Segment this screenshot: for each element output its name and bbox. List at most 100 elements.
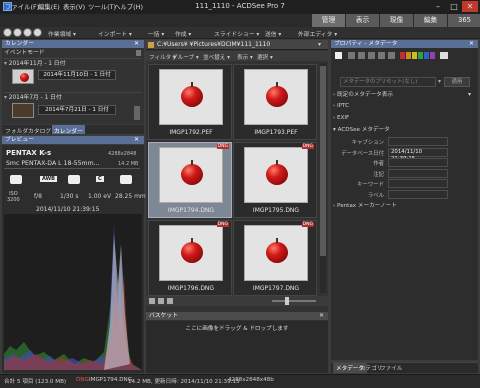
color-label-yellow[interactable] — [412, 52, 417, 59]
thumb-size-slider[interactable] — [272, 300, 316, 302]
calendar-thumbnail[interactable] — [12, 103, 34, 118]
thumbnail-item[interactable]: IMGP1793.PEF — [233, 64, 317, 140]
checkbox-icon[interactable] — [335, 52, 342, 59]
preview-title: プレビュー — [5, 137, 34, 143]
external-editor-menu[interactable]: 外部エディタ ▾ — [298, 29, 337, 38]
properties-close-icon[interactable]: ✕ — [469, 40, 474, 47]
section-pentax-makernote[interactable]: › Pentax メーカーノート — [333, 202, 476, 211]
metadata-field-input[interactable]: 2014/11/10 21:39:15 — [388, 147, 448, 162]
calendar-close-icon[interactable]: ✕ — [134, 40, 142, 48]
batch-menu[interactable]: 一括 ▾ — [148, 29, 164, 38]
calendar-thumbnail[interactable] — [12, 69, 34, 84]
basket-close-icon[interactable]: ✕ — [319, 312, 324, 319]
section-exif[interactable]: › EXIF — [333, 114, 476, 123]
metadata-field-input[interactable] — [388, 179, 448, 188]
tag-icon[interactable] — [440, 52, 448, 59]
metadata-field-input[interactable] — [388, 137, 448, 146]
slideshow-menu[interactable]: スライドショー ▾ — [214, 29, 259, 38]
refresh-button[interactable] — [33, 28, 42, 37]
section-label: EXIF — [337, 115, 350, 121]
details-view-icon[interactable] — [158, 298, 164, 304]
mode-tab-2[interactable]: 現像 — [380, 14, 414, 27]
apply-button[interactable]: 適用 — [444, 77, 470, 87]
thumbnail-item[interactable]: DNG IMGP1795.DNG — [233, 142, 317, 218]
tab-catalog[interactable]: カタログ — [28, 126, 51, 135]
metadata-field-input[interactable] — [388, 168, 448, 178]
mode-tab-3[interactable]: 編集 — [414, 14, 448, 27]
section-menu-icon[interactable]: ▾ — [468, 91, 471, 98]
metadata-field-input[interactable] — [388, 158, 448, 167]
rating-3-icon[interactable] — [368, 52, 375, 59]
calendar-date-item[interactable]: 2014年11月10日 - 1 日付 — [38, 70, 116, 80]
rating-5-icon[interactable] — [388, 52, 395, 59]
workspace-menu[interactable]: 作業領域 ▾ — [48, 29, 76, 38]
apple-image — [181, 242, 203, 263]
select-menu[interactable]: 選択 ▾ — [257, 53, 273, 61]
focal-length: 28.25 mm — [115, 193, 146, 200]
maximize-button[interactable]: □ — [446, 1, 462, 12]
calendar-scrollbar[interactable] — [134, 106, 140, 120]
send-menu[interactable]: 送信 ▾ — [265, 29, 281, 38]
section-iptc[interactable]: › IPTC — [333, 102, 476, 111]
create-menu[interactable]: 作成 ▾ — [175, 29, 191, 38]
metadata-field-label: 注記 — [373, 171, 384, 178]
color-label-purple[interactable] — [430, 52, 435, 59]
metadata-field-input[interactable] — [388, 189, 448, 199]
tab-folder[interactable]: フォルダ — [5, 126, 28, 135]
rating-2-icon[interactable] — [358, 52, 365, 59]
calendar-group-header[interactable]: ▾ 2014年7月 - 1 日付 — [4, 92, 142, 102]
thumbnail-filename: IMGP1797.DNG — [252, 285, 300, 292]
color-label-red[interactable] — [400, 52, 405, 59]
mode-tab-0[interactable]: 管理 — [312, 14, 346, 27]
calendar-date-item[interactable]: 2014年7月21日 - 1 日付 — [38, 105, 116, 115]
metadata-field-label: データベース日付 — [341, 150, 384, 157]
menu-tools[interactable]: ツール(T) — [88, 2, 116, 12]
event-mode-row[interactable]: イベントモード — [4, 48, 142, 58]
minimize-button[interactable]: – — [430, 1, 446, 12]
thumb-size-slider-knob[interactable] — [284, 297, 289, 305]
menu-edit[interactable]: 編集(E) — [38, 2, 60, 12]
menu-file[interactable]: ファイル(F) — [5, 2, 39, 12]
metadata-preset-select[interactable]: メタデータのプリセット(なし) — [340, 77, 436, 87]
basket-hint: ここに画像をドラッグ & ドロップします — [185, 326, 289, 332]
calendar-title: カレンダー — [5, 41, 34, 47]
sort-menu[interactable]: 並べ替え ▾ — [203, 53, 230, 61]
calendar-group-header[interactable]: ▾ 2014年11月 - 1 日付 — [4, 58, 142, 68]
menu-view[interactable]: 表示(V) — [63, 2, 85, 12]
apple-stem — [191, 238, 193, 243]
section-acdsee-metadata[interactable]: ▾ ACDSee メタデータ — [333, 126, 476, 135]
mode-tab-1[interactable]: 表示 — [346, 14, 380, 27]
tab-file[interactable]: ファイル — [380, 364, 402, 372]
section-default-metadata[interactable]: › 既定のメタデータ表示 — [333, 91, 476, 100]
scroll-up-icon[interactable] — [136, 50, 141, 56]
grid-view-icon[interactable] — [149, 298, 155, 304]
current-path[interactable]: C:¥Users¥ ¥Pictures¥DCIM¥111_1110 — [157, 41, 270, 48]
view-menu[interactable]: 表示 ▾ — [237, 53, 253, 61]
color-label-green[interactable] — [418, 52, 423, 59]
film-view-icon[interactable] — [167, 298, 173, 304]
path-dropdown-icon[interactable]: ▾ — [318, 41, 321, 48]
file-type-badge: DNG — [216, 222, 229, 227]
rating-4-icon[interactable] — [378, 52, 385, 59]
menu-help[interactable]: ヘルプ(H) — [114, 2, 143, 12]
scrollbar-thumb[interactable] — [320, 66, 326, 256]
import-menu[interactable]: インポート ▾ — [98, 29, 132, 38]
rating-1-icon[interactable] — [348, 52, 355, 59]
thumbnail-filename: IMGP1795.DNG — [252, 207, 300, 214]
back-button[interactable] — [3, 28, 12, 37]
thumbnail-item[interactable]: DNG IMGP1796.DNG — [148, 220, 232, 296]
thumbnail-item[interactable]: IMGP1792.PEF — [148, 64, 232, 140]
chevron-down-icon[interactable]: ▾ — [438, 78, 441, 85]
up-button[interactable] — [23, 28, 32, 37]
thumbnail-item[interactable]: DNG IMGP1797.DNG — [233, 220, 317, 296]
close-button[interactable]: ✕ — [462, 1, 478, 12]
preview-close-icon[interactable]: ✕ — [134, 136, 142, 144]
tab-calendar[interactable]: カレンダー — [52, 125, 85, 135]
color-label-blue[interactable] — [424, 52, 429, 59]
color-label-orange[interactable] — [406, 52, 411, 59]
group-menu[interactable]: グループ ▾ — [172, 53, 199, 61]
forward-button[interactable] — [13, 28, 22, 37]
apple-image — [266, 86, 288, 107]
thumbnail-item[interactable]: DNG IMGP1794.DNG — [148, 142, 232, 218]
mode-tab-4[interactable]: 365 — [448, 14, 480, 27]
